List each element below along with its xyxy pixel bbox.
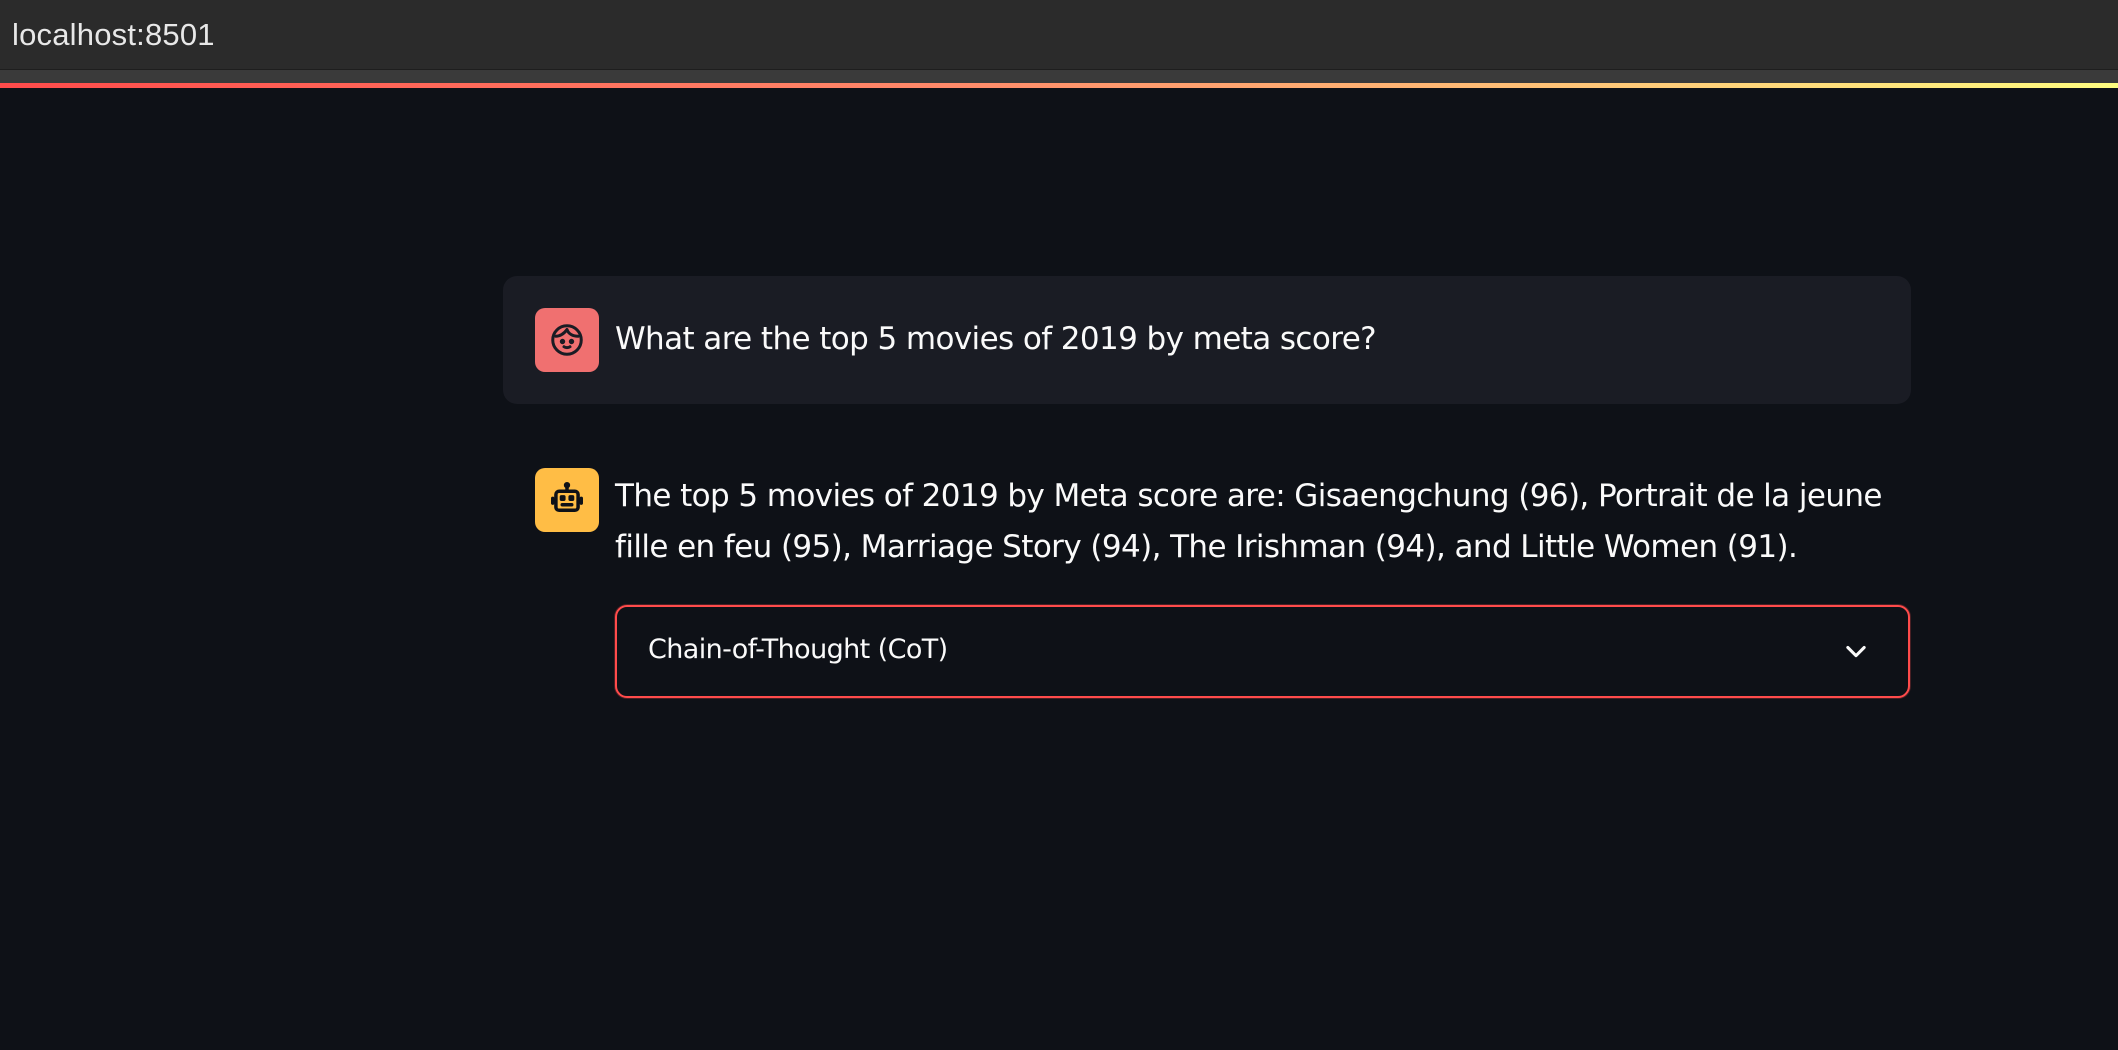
assistant-avatar xyxy=(535,468,599,532)
user-message-text: What are the top 5 movies of 2019 by met… xyxy=(615,321,1377,357)
chain-of-thought-expander[interactable]: Chain-of-Thought (CoT) xyxy=(615,605,1910,698)
chat-message-user: What are the top 5 movies of 2019 by met… xyxy=(503,276,1911,404)
chevron-down-icon[interactable] xyxy=(1842,637,1870,665)
robot-icon xyxy=(551,481,583,513)
app-main: What are the top 5 movies of 2019 by met… xyxy=(0,88,2118,1050)
user-face-icon xyxy=(551,324,583,356)
assistant-message-text: The top 5 movies of 2019 by Meta score a… xyxy=(615,478,1882,565)
expander-label: Chain-of-Thought (CoT) xyxy=(648,634,948,665)
browser-address-bar[interactable]: localhost:8501 xyxy=(0,0,2118,70)
browser-toolbar-strip xyxy=(0,70,2118,83)
url-text[interactable]: localhost:8501 xyxy=(12,17,215,53)
user-avatar xyxy=(535,308,599,372)
